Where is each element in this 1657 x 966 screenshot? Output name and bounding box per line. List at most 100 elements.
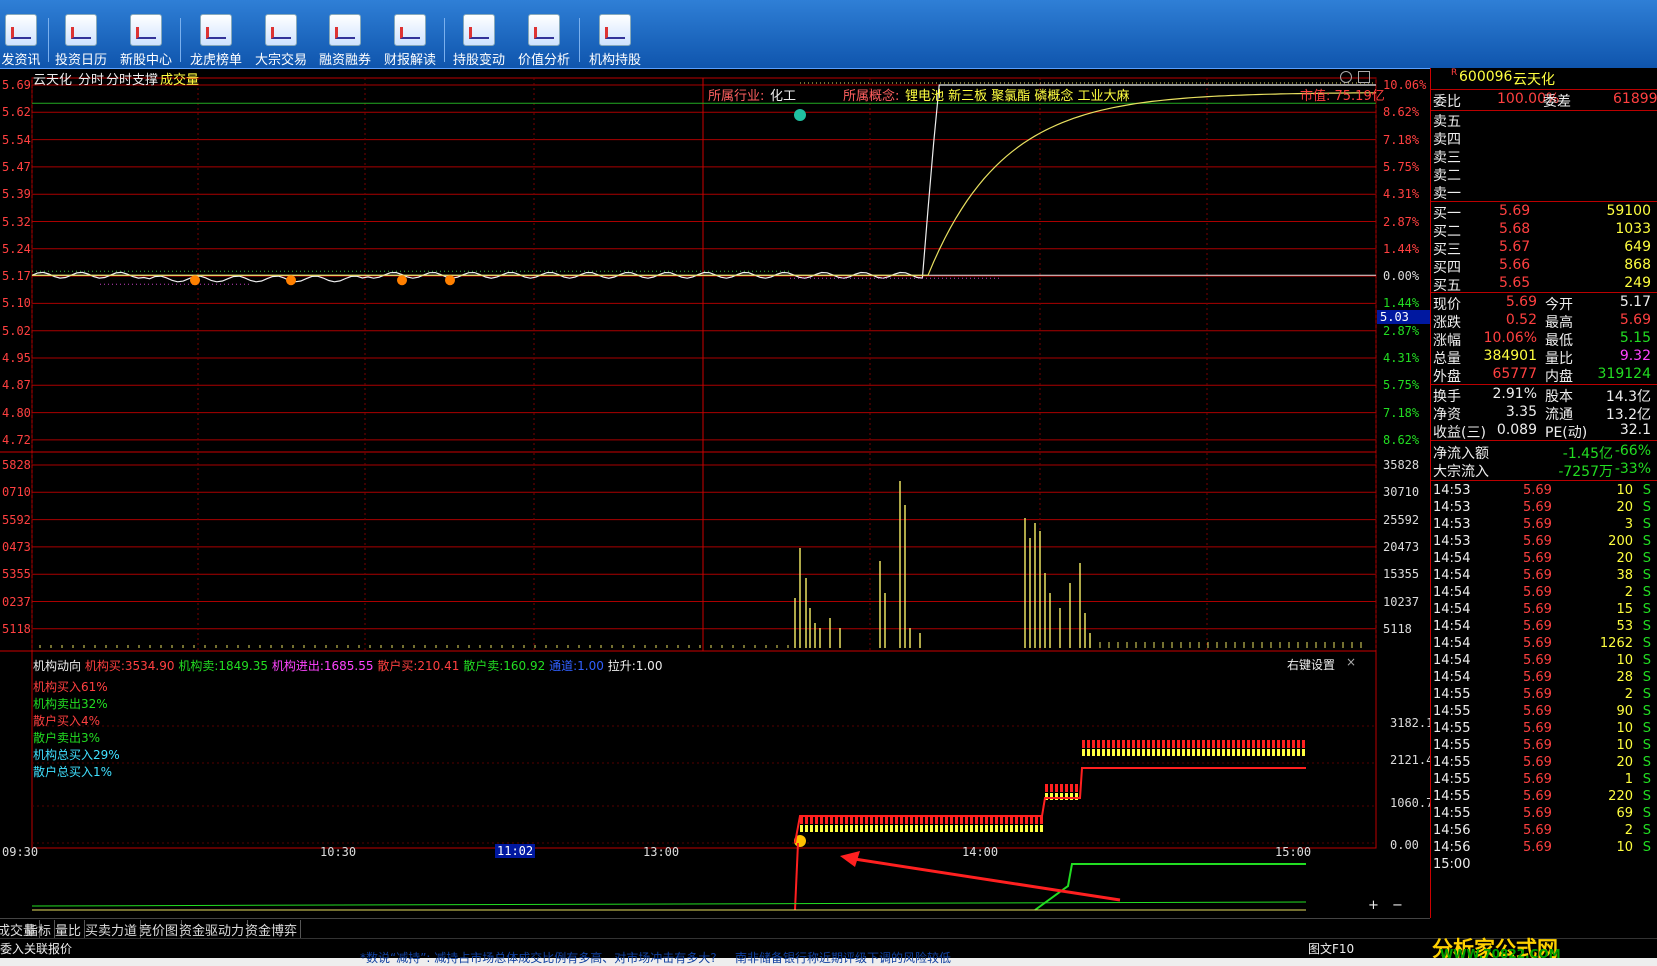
inst-buy-bar	[1282, 740, 1285, 748]
chart-mode[interactable]: 分时	[78, 69, 104, 88]
inst-buy-bar	[1262, 740, 1265, 748]
inst-buy-bar	[1242, 749, 1245, 756]
bottom-tab[interactable]: 买卖力道	[82, 920, 142, 939]
inst-buy-bar	[935, 825, 938, 832]
price-tick-right: 4.31%	[1383, 351, 1420, 365]
news-item-2[interactable]: 南非储备银行称近期评级下调的风险较低	[735, 949, 951, 966]
inst-buy-bar	[1050, 784, 1053, 792]
intraday-chart[interactable]: 云天化 分时 分时支撑 成交量 所属行业: 化工 所属概念: 锂电池 新三板 聚…	[0, 68, 1441, 918]
inst-buy-bar	[1020, 816, 1023, 824]
inst-buy-bar	[895, 825, 898, 832]
zoom-icon[interactable]	[1340, 71, 1352, 83]
price-tick-right: 7.18%	[1383, 132, 1420, 147]
toolbar-button-holding-change[interactable]: 持股变动	[446, 14, 512, 68]
bottom-tab[interactable]: 指标	[22, 920, 56, 939]
inst-buy-bar	[1015, 825, 1018, 832]
inst-buy-bar	[895, 816, 898, 824]
inst-buy-bar	[1232, 740, 1235, 748]
inst-buy-bar	[1107, 749, 1110, 756]
related-quote-tab[interactable]: 关联报价	[24, 940, 72, 957]
time-tick: 11:02	[495, 844, 536, 858]
f10-tab[interactable]: 图文F10	[1308, 940, 1354, 957]
sell-row: 卖四	[1433, 132, 1461, 148]
inst-buy-bar	[870, 816, 873, 824]
inst-buy-bar	[1020, 825, 1023, 832]
bottom-tab[interactable]: 资金驱动力	[176, 920, 249, 939]
inst-buy-bar	[1010, 825, 1013, 832]
price-tick-left: 5.39	[2, 187, 31, 202]
toolbar-button-value[interactable]: 价值分析	[511, 14, 577, 68]
inst-buy-bar	[1082, 749, 1085, 756]
inst-buy-bar	[875, 825, 878, 832]
value-analysis-icon	[528, 14, 560, 46]
inst-buy-bar	[860, 825, 863, 832]
margin-icon	[329, 14, 361, 46]
toolbar-button-report[interactable]: 财报解读	[377, 14, 443, 68]
quote-row: 外盘 65777 内盘 319124	[1433, 366, 1651, 385]
annotation-arrow-head	[840, 851, 860, 867]
toolbar-button-institution[interactable]: 机构持股	[582, 14, 648, 68]
inst-buy-bar	[940, 825, 943, 832]
inst-buy-bar	[1292, 740, 1295, 748]
inst-buy-bar	[975, 825, 978, 832]
inst-buy-bar	[1252, 749, 1255, 756]
inst-buy-bar	[1227, 749, 1230, 756]
chart-canvas	[0, 77, 1377, 911]
inst-buy-bar	[1045, 784, 1048, 792]
inst-buy-bar	[1000, 816, 1003, 824]
inst-buy-bar	[915, 825, 918, 832]
bottom-tab[interactable]: 量比	[52, 920, 86, 939]
toolbar-button-news[interactable]: 发资讯	[0, 14, 54, 68]
inst-buy-bar	[1097, 740, 1100, 748]
inst-buy-bar	[1252, 740, 1255, 748]
volume-tick-left: 0473	[2, 539, 31, 554]
window-icon[interactable]	[1358, 71, 1370, 83]
toolbar-button-block-trade[interactable]: 大宗交易	[248, 14, 314, 68]
price-tick-right: 5.75%	[1383, 159, 1420, 174]
inst-buy-bar	[1167, 740, 1170, 748]
inst-buy-bar	[1025, 825, 1028, 832]
chart-stock-name: 云天化	[33, 73, 73, 88]
inst-buy-bar	[1015, 816, 1018, 824]
zoom-in-button[interactable]: +	[1368, 898, 1379, 913]
legend-item: 机构卖出32%	[33, 697, 108, 711]
inst-buy-bar	[855, 816, 858, 824]
zoom-out-button[interactable]: −	[1392, 898, 1403, 913]
inst-buy-bar	[925, 816, 928, 824]
inst-buy-bar	[1112, 740, 1115, 748]
indicator-settings[interactable]: 右键设置	[1287, 656, 1335, 673]
inst-buy-bar	[820, 816, 823, 824]
chart-support[interactable]: 分时支撑	[106, 69, 158, 88]
inst-buy-bar	[1182, 740, 1185, 748]
inst-buy-bar	[1025, 816, 1028, 824]
inst-buy-bar	[1182, 749, 1185, 756]
inst-buy-bar	[1127, 740, 1130, 748]
inst-buy-bar	[1302, 740, 1305, 748]
toolbar-button-ipo[interactable]: 新股中心	[113, 14, 179, 68]
inst-buy-bar	[930, 825, 933, 832]
inst-buy-bar	[945, 816, 948, 824]
price-tick-left: 5.62	[2, 105, 31, 120]
inst-buy-bar	[1060, 784, 1063, 792]
news-item-1[interactable]: *数说“减持”: 减持占市场总体成交比例有多高、对市场冲击有多大?	[360, 949, 717, 966]
price-tick-left: 5.02	[2, 323, 31, 338]
inst-buy-bar	[890, 825, 893, 832]
toolbar-button-dragon[interactable]: 龙虎榜单	[183, 14, 249, 68]
inst-buy-bar	[885, 816, 888, 824]
pass-value: 1.00	[577, 659, 604, 673]
inst-buy-bar	[1122, 740, 1125, 748]
price-tick-left: 4.95	[2, 351, 31, 365]
bottom-tab[interactable]: 资金博弈	[242, 920, 302, 939]
close-icon[interactable]: ×	[1346, 655, 1356, 669]
inst-buy-bar	[985, 816, 988, 824]
inst-buy-bar	[1187, 749, 1190, 756]
inst-buy-bar	[1192, 749, 1195, 756]
price-tick-left: 5.10	[2, 296, 31, 311]
inst-buy-bar	[950, 816, 953, 824]
buy-row: 买二 5.68 1033	[1433, 221, 1651, 240]
toolbar-button-calendar[interactable]: 投资日历	[48, 14, 114, 68]
quote-row: 现价 5.69 今开 5.17	[1433, 294, 1651, 313]
toolbar-button-margin[interactable]: 融资融券	[312, 14, 378, 68]
status-left1[interactable]: 委入	[0, 940, 24, 957]
inst-buy-bar	[1030, 816, 1033, 824]
